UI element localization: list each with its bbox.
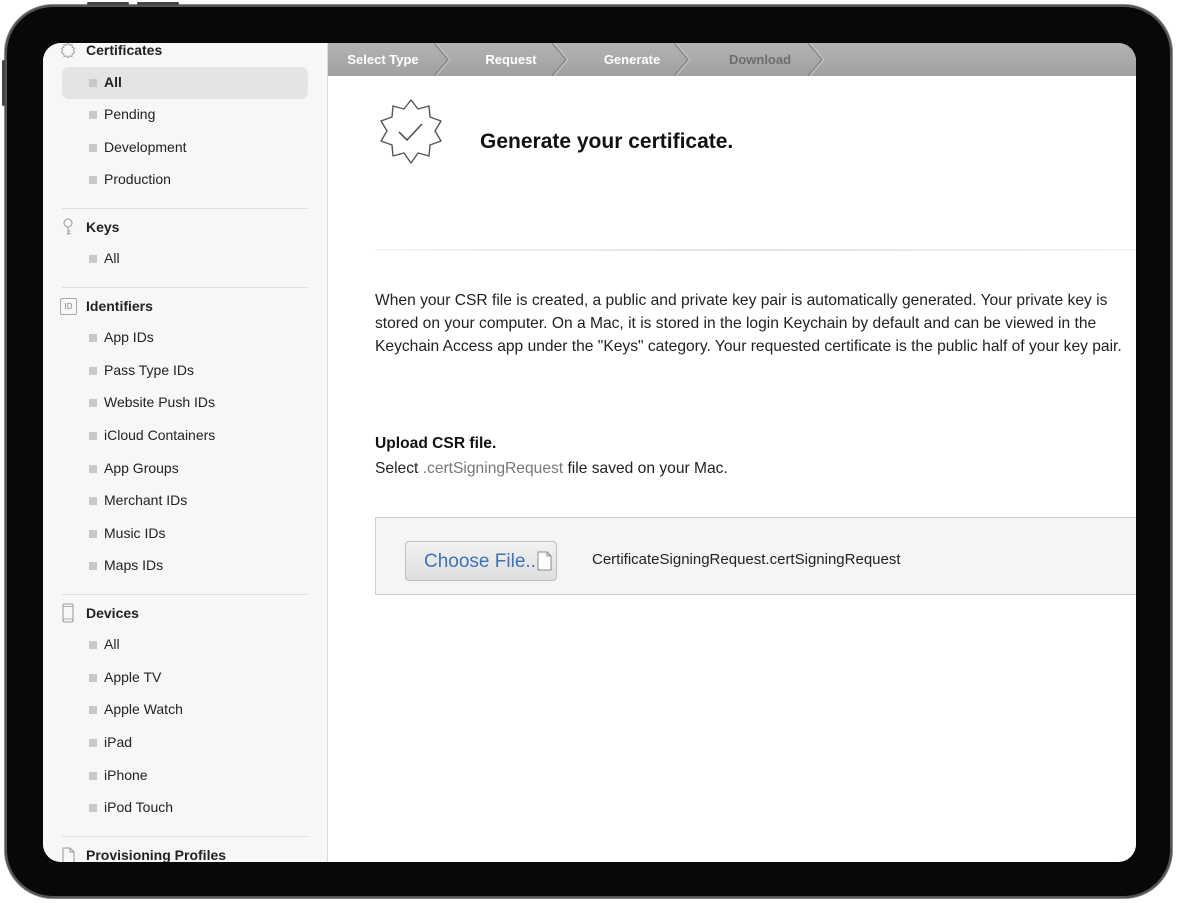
step-label: Select Type	[347, 52, 419, 67]
volume-button	[87, 2, 129, 5]
divider	[62, 208, 308, 209]
bullet	[89, 144, 97, 152]
sidebar-item-label: All	[104, 74, 122, 90]
bullet	[89, 641, 97, 649]
file-extension: .certSigningRequest	[422, 460, 564, 477]
step-chevron	[808, 43, 825, 76]
certificate-badge-icon	[380, 99, 442, 164]
upload-instructions: Select .certSigningRequest file saved on…	[375, 460, 728, 478]
sidebar-item-devices-all[interactable]: All	[62, 629, 308, 661]
sidebar-item-keys-all[interactable]: All	[62, 243, 308, 275]
step-label: Download	[728, 52, 792, 67]
side-button	[2, 60, 5, 106]
divider	[62, 836, 308, 837]
bullet	[89, 255, 97, 263]
step-label: Request	[485, 52, 537, 67]
sidebar-item-pending[interactable]: Pending	[62, 99, 308, 131]
sidebar-item-label: Apple TV	[104, 669, 162, 685]
divider	[62, 594, 308, 595]
sidebar-item-website-push-ids[interactable]: Website Push IDs	[62, 387, 308, 419]
sidebar-item-app-ids[interactable]: App IDs	[62, 322, 308, 354]
bullet	[89, 739, 97, 747]
sidebar-item-ipod-touch[interactable]: iPod Touch	[62, 792, 308, 824]
bullet	[89, 111, 97, 119]
screen: Certificates All Pending Development Pro…	[43, 43, 1136, 862]
id-badge-text: ID	[64, 301, 73, 311]
sidebar-item-apple-watch[interactable]: Apple Watch	[62, 694, 308, 726]
sidebar-item-label: Maps IDs	[104, 557, 164, 573]
bullet	[89, 530, 97, 538]
sidebar-item-app-groups[interactable]: App Groups	[62, 453, 308, 485]
file-icon	[537, 551, 552, 571]
progress-stepper: Select Type Request Generate Download	[328, 43, 1136, 76]
sidebar-item-label: Website Push IDs	[104, 394, 216, 410]
bullet	[89, 79, 97, 87]
sidebar-item-label: iCloud Containers	[104, 427, 216, 443]
page-title: Generate your certificate.	[480, 130, 734, 153]
bullet	[89, 674, 97, 682]
instruction-suffix: file saved on your Mac.	[563, 460, 728, 477]
sidebar-item-apple-tv[interactable]: Apple TV	[62, 662, 308, 694]
divider	[62, 287, 308, 288]
document-icon	[60, 846, 76, 862]
section-title: Identifiers	[86, 298, 153, 314]
description-text: When your CSR file is created, a public …	[375, 292, 1122, 356]
step-select-type: Select Type	[328, 43, 438, 76]
sidebar-item-label: App Groups	[104, 460, 179, 476]
sidebar-item-label: Development	[104, 139, 187, 155]
bullet	[89, 399, 97, 407]
bullet	[89, 804, 97, 812]
sidebar-item-maps-ids[interactable]: Maps IDs	[62, 550, 308, 582]
section-title: Devices	[86, 605, 139, 621]
main-content: Generate your certificate. When your CSR…	[328, 76, 1136, 862]
sidebar-item-label: All	[104, 636, 120, 652]
sidebar-item-merchant-ids[interactable]: Merchant IDs	[62, 485, 308, 517]
bullet	[89, 772, 97, 780]
section-title: Keys	[86, 219, 120, 235]
sidebar-item-label: iPod Touch	[104, 799, 174, 815]
instruction-prefix: Select	[375, 460, 423, 477]
sidebar-item-label: Merchant IDs	[104, 492, 188, 508]
sidebar-item-iphone[interactable]: iPhone	[62, 760, 308, 792]
volume-button	[137, 2, 179, 5]
sidebar-item-label: iPad	[104, 734, 133, 750]
key-icon	[60, 218, 76, 236]
sidebar-item-production[interactable]: Production	[62, 164, 308, 196]
sidebar-item-label: Pending	[104, 106, 156, 122]
choose-file-button[interactable]: Choose File...	[405, 541, 557, 581]
divider	[375, 249, 1136, 251]
file-upload-panel: Choose File... CertificateSigningRequest…	[375, 517, 1136, 595]
sidebar-item-label: Pass Type IDs	[104, 362, 195, 378]
bullet	[89, 432, 97, 440]
id-badge-icon: ID	[60, 297, 77, 315]
sidebar-item-label: Music IDs	[104, 525, 166, 541]
bullet	[89, 562, 97, 570]
sidebar-item-development[interactable]: Development	[62, 132, 308, 164]
bullet	[89, 334, 97, 342]
sidebar-item-label: Production	[104, 171, 171, 187]
certificate-seal-icon	[60, 43, 76, 59]
selected-filename: CertificateSigningRequest.certSigningReq…	[592, 551, 901, 568]
sidebar-item-certificates-all[interactable]: All	[62, 67, 308, 99]
step-label: Generate	[603, 52, 661, 67]
sidebar-item-label: App IDs	[104, 329, 154, 345]
section-title: Provisioning Profiles	[86, 847, 227, 862]
sidebar-item-label: iPhone	[104, 767, 148, 783]
button-label: Choose File...	[424, 551, 542, 572]
bullet	[89, 706, 97, 714]
sidebar: Certificates All Pending Development Pro…	[43, 43, 328, 862]
bullet	[89, 497, 97, 505]
bullet	[89, 465, 97, 473]
section-title: Certificates	[86, 43, 163, 58]
sidebar-item-label: All	[104, 250, 120, 266]
device-phone-icon	[60, 603, 76, 623]
bullet	[89, 176, 97, 184]
sidebar-item-icloud-containers[interactable]: iCloud Containers	[62, 420, 308, 452]
sidebar-item-pass-type-ids[interactable]: Pass Type IDs	[62, 355, 308, 387]
bullet	[89, 367, 97, 375]
sidebar-item-ipad[interactable]: iPad	[62, 727, 308, 759]
upload-title: Upload CSR file.	[375, 435, 497, 452]
sidebar-item-music-ids[interactable]: Music IDs	[62, 518, 308, 550]
sidebar-item-label: Apple Watch	[104, 701, 183, 717]
